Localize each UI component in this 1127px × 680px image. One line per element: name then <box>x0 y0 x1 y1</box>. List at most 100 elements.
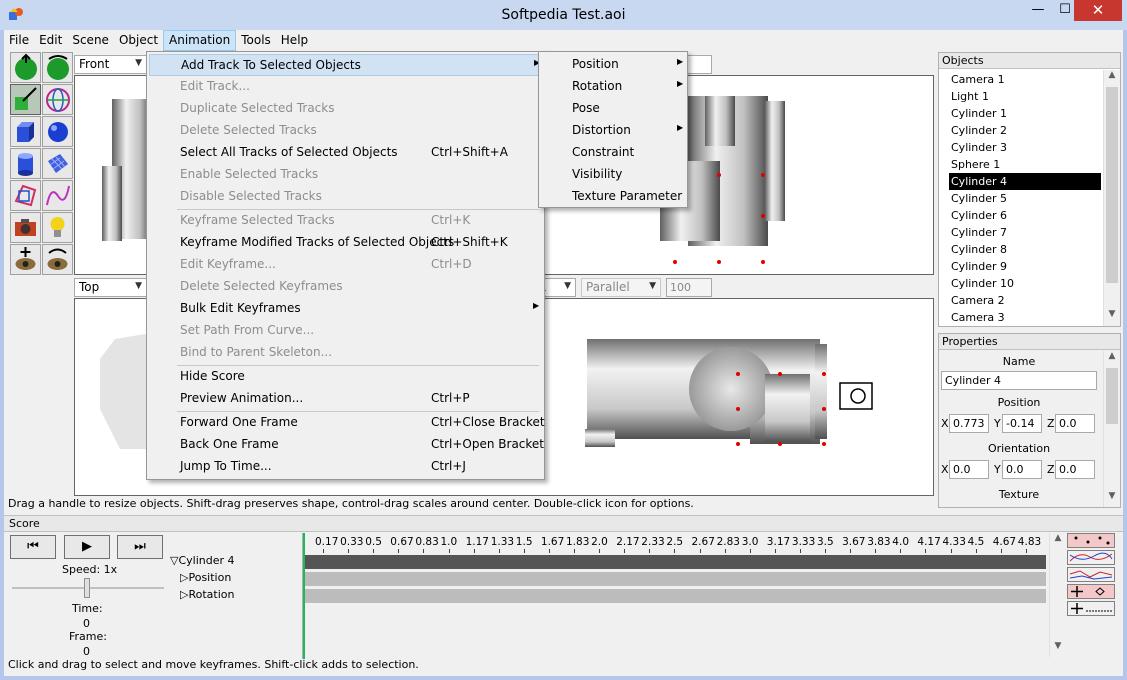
menu-item-set-path-from-curve[interactable]: Set Path From Curve... <box>149 320 542 342</box>
view-scale-field[interactable] <box>687 55 712 74</box>
graph-view-icon[interactable] <box>1067 567 1115 582</box>
menu-file[interactable]: File <box>4 30 34 51</box>
view-type-select-bottom[interactable]: Top ▼ <box>74 278 147 297</box>
rewind-button[interactable]: ⏮ <box>10 535 56 559</box>
menu-item-hide-score[interactable]: Hide Score <box>149 366 542 388</box>
rotate-tool-icon[interactable] <box>42 52 73 83</box>
menu-item-select-all-tracks-of-selected-objects[interactable]: Select All Tracks of Selected Objects Ctr… <box>149 142 542 164</box>
minimize-button[interactable]: — <box>1024 0 1052 21</box>
projection-select[interactable]: Parallel ▼ <box>581 278 661 297</box>
menu-item-jump-to-time[interactable]: Jump To Time... Ctrl+J <box>149 456 542 478</box>
rot-y-field[interactable]: 0.0 <box>1002 460 1042 479</box>
menu-item-keyframe-modified-tracks-of-selected-objects[interactable]: Keyframe Modified Tracks of Selected Obj… <box>149 232 542 254</box>
sphere-icon[interactable] <box>42 116 73 147</box>
object-item-cylinder-10[interactable]: Cylinder 10 <box>949 275 1101 292</box>
view-move-icon[interactable] <box>10 244 41 275</box>
view-rotate-icon[interactable] <box>42 244 73 275</box>
objects-scrollbar[interactable]: ▲ ▼ <box>1103 70 1120 326</box>
score-timeline[interactable]: 0.17 0.33 0.5 0.67 0.83 1.0 1.17 1.33 1.5 1.67 1.8… <box>302 533 1047 659</box>
scale-field[interactable]: 100 <box>666 278 712 297</box>
track-row-object[interactable] <box>305 555 1046 569</box>
pos-z-field[interactable]: 0.0 <box>1055 414 1095 433</box>
pos-x-field[interactable]: 0.773 <box>949 414 989 433</box>
menu-object[interactable]: Object <box>114 30 163 51</box>
rot-x-field[interactable]: 0.0 <box>949 460 989 479</box>
object-item-camera-2[interactable]: Camera 2 <box>949 292 1101 309</box>
object-item-cylinder-9[interactable]: Cylinder 9 <box>949 258 1101 275</box>
chevron-up-icon[interactable]: ▲ <box>1104 351 1120 367</box>
tracks-view-icon[interactable] <box>1067 533 1115 548</box>
time-cursor[interactable] <box>303 533 305 659</box>
chevron-up-icon[interactable]: ▲ <box>1104 70 1120 86</box>
menu-edit[interactable]: Edit <box>34 30 67 51</box>
track-row-position[interactable] <box>305 572 1046 586</box>
speed-slider-thumb[interactable] <box>84 578 90 598</box>
scale-tool-icon[interactable] <box>10 84 41 115</box>
cube-icon[interactable] <box>10 116 41 147</box>
menu-item-edit-track[interactable]: Edit Track... <box>149 76 542 98</box>
menu-item-delete-selected-keyframes[interactable]: Delete Selected Keyframes <box>149 276 542 298</box>
menu-item-disable-selected-tracks[interactable]: Disable Selected Tracks <box>149 186 542 208</box>
submenu-item-visibility[interactable]: Visibility <box>541 164 685 186</box>
menu-scene[interactable]: Scene <box>67 30 114 51</box>
submenu-item-pose[interactable]: Pose <box>541 98 685 120</box>
pos-y-field[interactable]: -0.14 <box>1002 414 1042 433</box>
menu-item-keyframe-selected-tracks[interactable]: Keyframe Selected Tracks Ctrl+K <box>149 210 542 232</box>
polygon-tool-icon[interactable] <box>10 180 41 211</box>
score-scrollbar[interactable]: ▲ ▼ <box>1049 533 1066 657</box>
menu-item-enable-selected-tracks[interactable]: Enable Selected Tracks <box>149 164 542 186</box>
object-item-camera-1[interactable]: Camera 1 <box>949 71 1101 88</box>
menu-item-delete-selected-tracks[interactable]: Delete Selected Tracks <box>149 120 542 142</box>
menu-item-duplicate-selected-tracks[interactable]: Duplicate Selected Tracks <box>149 98 542 120</box>
menu-item-bind-to-parent-skeleton[interactable]: Bind to Parent Skeleton... <box>149 342 542 364</box>
menu-item-preview-animation[interactable]: Preview Animation... Ctrl+P <box>149 388 542 410</box>
camera-icon[interactable] <box>10 212 41 243</box>
object-item-cylinder-5[interactable]: Cylinder 5 <box>949 190 1101 207</box>
menu-help[interactable]: Help <box>276 30 313 51</box>
play-button[interactable]: ▶ <box>64 535 110 559</box>
light-bulb-icon[interactable] <box>42 212 73 243</box>
properties-scrollbar[interactable]: ▲ ▼ <box>1103 351 1120 507</box>
sphere-grid-icon[interactable] <box>42 84 73 115</box>
curve-tool-icon[interactable] <box>42 180 73 211</box>
rot-z-field[interactable]: 0.0 <box>1055 460 1095 479</box>
name-field[interactable]: Cylinder 4 <box>941 371 1097 390</box>
object-item-light-1[interactable]: Light 1 <box>949 88 1101 105</box>
curves-view-icon[interactable] <box>1067 550 1115 565</box>
chevron-down-icon[interactable]: ▼ <box>1050 641 1066 657</box>
move-tool-icon[interactable] <box>10 52 41 83</box>
submenu-item-distortion[interactable]: Distortion ▶ <box>541 120 685 142</box>
object-item-cylinder-3[interactable]: Cylinder 3 <box>949 139 1101 156</box>
object-item-cylinder-7[interactable]: Cylinder 7 <box>949 224 1101 241</box>
object-item-cylinder-4[interactable]: Cylinder 4 <box>949 173 1101 190</box>
move-keyframe-icon[interactable] <box>1067 584 1115 599</box>
track-row-rotation[interactable] <box>305 589 1046 603</box>
scroll-thumb[interactable] <box>1106 368 1118 424</box>
tree-track-position[interactable]: ▷Position <box>180 571 231 584</box>
object-item-cylinder-6[interactable]: Cylinder 6 <box>949 207 1101 224</box>
object-item-cylinder-2[interactable]: Cylinder 2 <box>949 122 1101 139</box>
cylinder-icon[interactable] <box>10 148 41 179</box>
scale-keyframe-icon[interactable] <box>1067 601 1115 616</box>
tree-object-cylinder-4[interactable]: ▽Cylinder 4 <box>170 554 235 567</box>
submenu-item-rotation[interactable]: Rotation ▶ <box>541 76 685 98</box>
object-item-cylinder-8[interactable]: Cylinder 8 <box>949 241 1101 258</box>
object-item-camera-3[interactable]: Camera 3 <box>949 309 1101 326</box>
menu-tools[interactable]: Tools <box>236 30 276 51</box>
scroll-thumb[interactable] <box>1106 87 1118 283</box>
menu-item-back-one-frame[interactable]: Back One Frame Ctrl+Open Bracket <box>149 434 544 456</box>
submenu-item-texture-parameter[interactable]: Texture Parameter <box>541 186 685 208</box>
tree-track-rotation[interactable]: ▷Rotation <box>180 588 234 601</box>
menu-item-edit-keyframe[interactable]: Edit Keyframe... Ctrl+D <box>149 254 542 276</box>
chevron-down-icon[interactable]: ▼ <box>1104 309 1120 325</box>
mesh-icon[interactable] <box>42 148 73 179</box>
object-item-cylinder-1[interactable]: Cylinder 1 <box>949 105 1101 122</box>
menu-animation[interactable]: Animation <box>163 30 237 51</box>
fast-forward-button[interactable]: ⏭ <box>117 535 163 559</box>
close-button[interactable]: ✕ <box>1074 0 1122 21</box>
submenu-item-position[interactable]: Position ▶ <box>541 54 685 76</box>
object-item-sphere-1[interactable]: Sphere 1 <box>949 156 1101 173</box>
chevron-down-icon[interactable]: ▼ <box>1104 491 1120 507</box>
menu-item-bulk-edit-keyframes[interactable]: Bulk Edit Keyframes ▶ <box>149 298 542 320</box>
menu-item-add-track-to-selected-objects[interactable]: Add Track To Selected Objects▶ <box>149 54 542 76</box>
